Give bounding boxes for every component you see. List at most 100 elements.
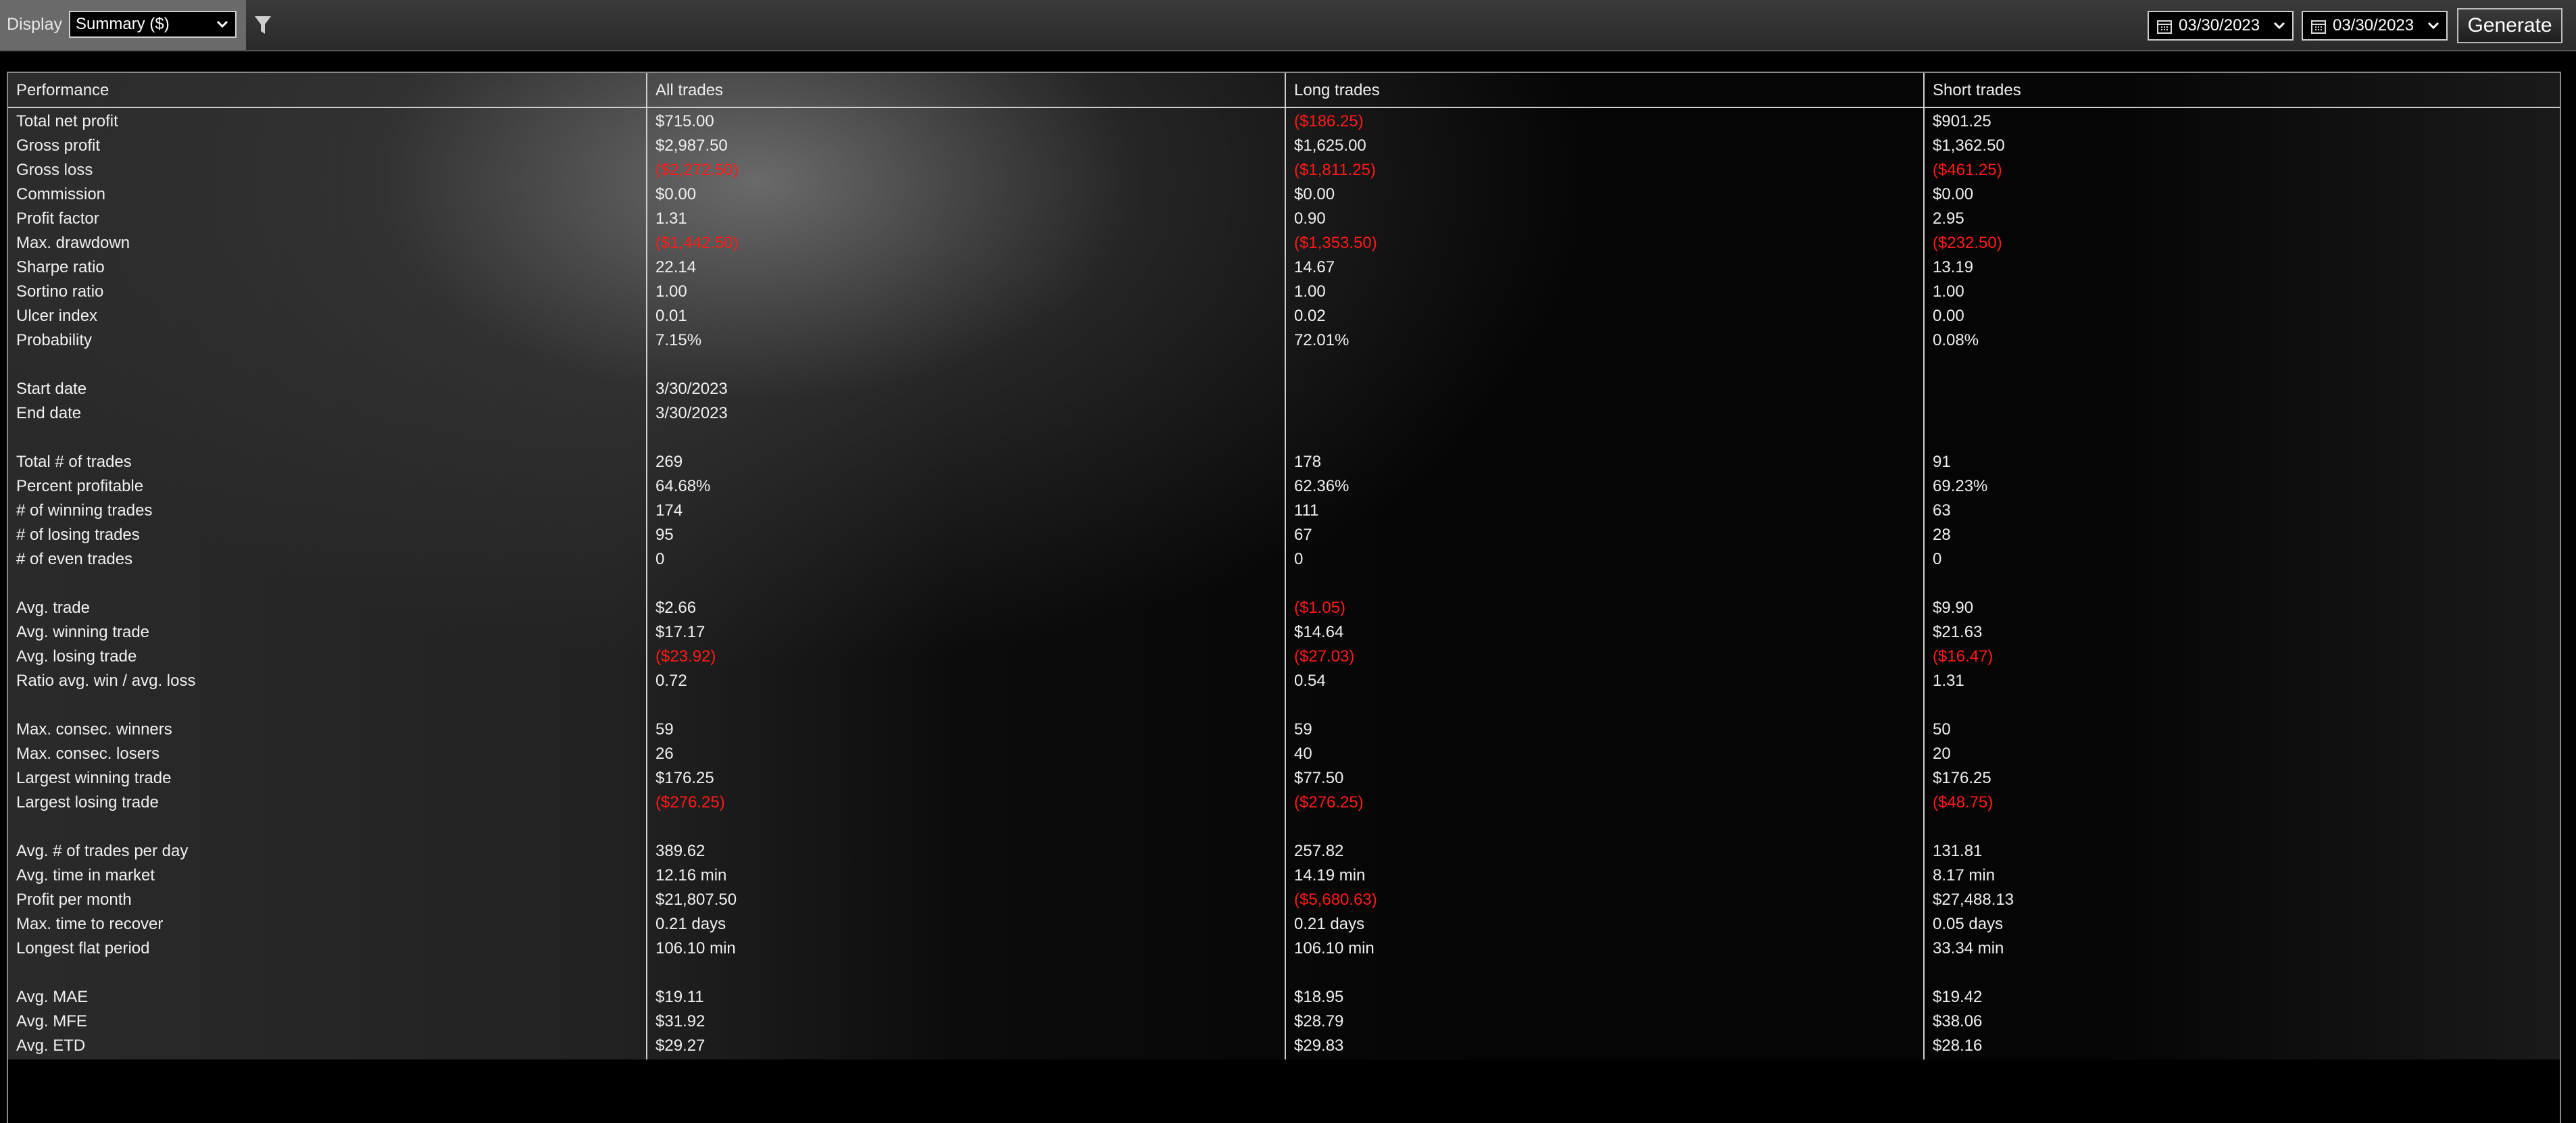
- table-row: # of even trades 0 0 0: [8, 547, 2560, 572]
- long-trades-value: $77.50: [1294, 769, 1344, 787]
- toolbar: Display Summary ($) 03/30/2023 03/30/202…: [0, 0, 2576, 51]
- performance-report: Performance All trades Long trades Short…: [7, 72, 2561, 1123]
- metric-label: Commission: [16, 185, 106, 203]
- chevron-down-icon: [216, 20, 228, 28]
- display-select[interactable]: Summary ($): [69, 11, 237, 38]
- all-trades-value: $19.11: [655, 988, 704, 1006]
- short-trades-value: 0.00: [1933, 307, 1964, 325]
- all-trades-value: $2.66: [655, 599, 697, 617]
- all-trades-value: 269: [655, 453, 683, 471]
- table-spacer-row: [8, 572, 2560, 596]
- table-row: Total net profit $715.00 ($186.25) $901.25: [8, 109, 2560, 134]
- generate-button[interactable]: Generate: [2457, 8, 2562, 43]
- calendar-icon: [2157, 20, 2172, 34]
- table-row: Profit factor 1.31 0.90 2.95: [8, 207, 2560, 231]
- header-performance: Performance: [16, 81, 109, 99]
- short-trades-value: $21.63: [1933, 623, 1983, 641]
- all-trades-value: $2,987.50: [655, 136, 728, 155]
- all-trades-value: 64.68%: [655, 477, 711, 495]
- metric-label: Total net profit: [16, 112, 118, 130]
- short-trades-value: 50: [1933, 720, 1951, 739]
- table-row: Max. consec. losers 26 40 20: [8, 742, 2560, 766]
- all-trades-value: 389.62: [655, 842, 705, 860]
- table-row: Percent profitable 64.68% 62.36% 69.23%: [8, 474, 2560, 499]
- table-row: Ulcer index 0.01 0.02 0.00: [8, 304, 2560, 328]
- all-trades-value: $29.27: [655, 1037, 705, 1055]
- metric-label: Start date: [16, 380, 87, 398]
- metric-label: Max. time to recover: [16, 915, 164, 933]
- table-row: End date 3/30/2023: [8, 401, 2560, 426]
- all-trades-value: ($1,442.50): [655, 234, 739, 252]
- short-trades-value: ($461.25): [1933, 161, 2002, 179]
- display-group: Display Summary ($): [0, 0, 246, 50]
- short-trades-value: $9.90: [1933, 599, 1974, 617]
- date-from-picker[interactable]: 03/30/2023: [2148, 11, 2294, 41]
- filter-icon[interactable]: [254, 15, 272, 35]
- long-trades-value: 106.10 min: [1294, 939, 1374, 957]
- table-row: Largest losing trade ($276.25) ($276.25) ($…: [8, 791, 2560, 815]
- all-trades-value: $31.92: [655, 1012, 705, 1030]
- table-row: Avg. MFE $31.92 $28.79 $38.06: [8, 1009, 2560, 1034]
- short-trades-value: ($48.75): [1933, 793, 1993, 812]
- table-row: Commission $0.00 $0.00 $0.00: [8, 182, 2560, 207]
- metric-label: Ratio avg. win / avg. loss: [16, 672, 196, 690]
- all-trades-value: 7.15%: [655, 331, 702, 349]
- all-trades-value: 3/30/2023: [655, 404, 728, 422]
- all-trades-value: 22.14: [655, 258, 697, 276]
- all-trades-value: ($276.25): [655, 793, 725, 812]
- short-trades-value: 0.05 days: [1933, 915, 2004, 933]
- table-row: Gross profit $2,987.50 $1,625.00 $1,362.50: [8, 134, 2560, 158]
- all-trades-value: 106.10 min: [655, 939, 736, 957]
- metric-label: # of winning trades: [16, 501, 153, 520]
- long-trades-value: 62.36%: [1294, 477, 1349, 495]
- date-to-value: 03/30/2023: [2333, 16, 2414, 34]
- long-trades-value: $29.83: [1294, 1037, 1344, 1055]
- long-trades-value: 0.02: [1294, 307, 1326, 325]
- all-trades-value: $21,807.50: [655, 891, 737, 909]
- long-trades-value: ($27.03): [1294, 647, 1355, 666]
- short-trades-value: 1.00: [1933, 282, 1964, 301]
- short-trades-value: $28.16: [1933, 1037, 1983, 1055]
- metric-label: # of even trades: [16, 550, 133, 568]
- metric-label: Longest flat period: [16, 939, 150, 957]
- short-trades-value: $901.25: [1933, 112, 1991, 130]
- metric-label: Gross profit: [16, 136, 101, 155]
- long-trades-value: 40: [1294, 745, 1312, 763]
- metric-label: # of losing trades: [16, 526, 140, 544]
- metric-label: Max. drawdown: [16, 234, 130, 252]
- table-row: Largest winning trade $176.25 $77.50 $176.2…: [8, 766, 2560, 791]
- short-trades-value: ($16.47): [1933, 647, 1993, 666]
- metric-label: Profit factor: [16, 209, 99, 228]
- table-row: Start date 3/30/2023: [8, 377, 2560, 401]
- all-trades-value: 3/30/2023: [655, 380, 728, 398]
- metric-label: Avg. time in market: [16, 866, 155, 884]
- table-header: Performance All trades Long trades Short…: [8, 73, 2560, 108]
- short-trades-value: 0: [1933, 550, 1942, 568]
- table-row: Profit per month $21,807.50 ($5,680.63) $27…: [8, 888, 2560, 912]
- long-trades-value: $14.64: [1294, 623, 1344, 641]
- table-spacer-row: [8, 961, 2560, 985]
- long-trades-value: 1.00: [1294, 282, 1326, 301]
- table-row: Longest flat period 106.10 min 106.10 min 3…: [8, 937, 2560, 961]
- table-row: # of losing trades 95 67 28: [8, 523, 2560, 547]
- all-trades-value: $176.25: [655, 769, 714, 787]
- metric-label: Avg. trade: [16, 599, 90, 617]
- short-trades-value: $27,488.13: [1933, 891, 2014, 909]
- all-trades-value: 0.72: [655, 672, 687, 690]
- table-spacer-row: [8, 815, 2560, 839]
- short-trades-value: $0.00: [1933, 185, 1974, 203]
- long-trades-value: $18.95: [1294, 988, 1344, 1006]
- metric-label: Max. consec. losers: [16, 745, 160, 763]
- long-trades-value: ($1,353.50): [1294, 234, 1377, 252]
- long-trades-value: 14.19 min: [1294, 866, 1366, 884]
- short-trades-value: 8.17 min: [1933, 866, 1996, 884]
- table-row: Sortino ratio 1.00 1.00 1.00: [8, 280, 2560, 304]
- date-to-picker[interactable]: 03/30/2023: [2302, 11, 2448, 41]
- long-trades-value: 0: [1294, 550, 1304, 568]
- all-trades-value: 1.00: [655, 282, 687, 301]
- all-trades-value: ($2,272.50): [655, 161, 739, 179]
- table-row: # of winning trades 174 111 63: [8, 499, 2560, 523]
- metric-label: Largest losing trade: [16, 793, 159, 812]
- metric-label: Percent profitable: [16, 477, 144, 495]
- table-row: Max. drawdown ($1,442.50) ($1,353.50) ($232…: [8, 231, 2560, 255]
